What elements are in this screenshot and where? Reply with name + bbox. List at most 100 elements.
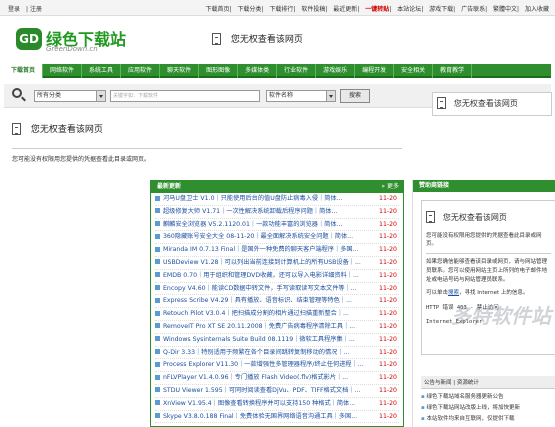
more-label: 更多 — [386, 183, 399, 190]
list-item[interactable]: Miranda IM 0.7.13 Final｜是国外一种免费的聊天客户端程序｜… — [155, 244, 399, 257]
nav-item-education[interactable]: 教育教学 — [433, 64, 473, 78]
list-item[interactable]: RemoveIT Pro XT SE 20.11.2008｜免费广告病毒程序清除… — [155, 321, 399, 334]
register-link[interactable]: 注册 — [30, 6, 42, 13]
list-item[interactable]: USBDeview V1.28｜可以列出当前连接到计算机上的所有USB设备｜..… — [155, 257, 399, 270]
nav-item-programming[interactable]: 编程开发 — [355, 64, 395, 78]
item-title[interactable]: XnView V1.95.4｜图像查看转换程序并可以支持150 种格式｜简体..… — [163, 400, 355, 407]
nav-item-home[interactable]: 下载首页 — [4, 64, 44, 78]
item-date: 11-20 — [379, 386, 397, 394]
item-date: 11-20 — [379, 297, 397, 305]
bullet-icon — [155, 246, 160, 252]
bullet-icon — [155, 323, 160, 329]
item-date: 11-20 — [379, 361, 397, 369]
item-title[interactable]: USBDeview V1.28｜可以列出当前连接到计算机上的所有USB设备｜..… — [163, 259, 361, 266]
document-icon — [437, 97, 446, 109]
list-item[interactable]: 麒麟安全浏览器 V5.2.1120.01｜一款功能丰富的浏览器｜简体... 11-… — [155, 219, 399, 232]
list-item[interactable]: Encopy V4.60｜能读CD数据中转文件，手写读取读写文本文件等｜... 1… — [155, 283, 399, 296]
item-date: 11-20 — [379, 310, 397, 318]
list-item[interactable]: Windows Sysinternals Suite Build 08.1119… — [155, 334, 399, 347]
list-item[interactable]: XnView V1.95.4｜图像查看转换程序并可以支持150 种格式｜简体..… — [155, 398, 399, 411]
nav-item-industry[interactable]: 行业软件 — [277, 64, 317, 78]
item-title[interactable]: Express Scribe V4.29｜具有播放、语音标识、结束管理等特色｜.… — [163, 297, 352, 304]
sponsor-error-message: 您可能没有权限用您提供的凭据查看此目录或网页。 — [426, 233, 542, 247]
news-tabs[interactable]: 公告与新闻 | 资源统计 — [421, 376, 555, 389]
item-date: 11-20 — [379, 399, 397, 407]
item-title[interactable]: RemoveIT Pro XT SE 20.11.2008｜免费广告病毒程序清除… — [163, 323, 355, 330]
list-item[interactable]: Q-Dir 3.33｜特别适用于频繁在各个目录间跳转复制移动的情况｜... 11-… — [155, 347, 399, 360]
item-date: 11-20 — [379, 335, 397, 343]
top-link-repost[interactable]: 一键转贴 — [365, 6, 389, 13]
search-input[interactable]: 关键字如：下载软件 — [110, 90, 260, 102]
sponsor-error-search: 可以单击搜索，寻找 Internet 上的信息。 — [426, 289, 551, 298]
field-select[interactable]: 软件名称 — [266, 90, 336, 102]
bullet-icon — [155, 221, 160, 227]
search-link[interactable]: 搜索 — [448, 290, 459, 296]
nav-item-apps[interactable]: 应用软件 — [121, 64, 161, 78]
header-ad-error-title: 您无权查看该网页 — [230, 35, 303, 45]
list-item[interactable]: Retouch Pilot V3.0.4｜把扫描成分割的相片通过扫描重新整合｜.… — [155, 308, 399, 321]
item-title[interactable]: Retouch Pilot V3.0.4｜把扫描成分割的相片通过扫描重新整合｜.… — [163, 310, 349, 317]
more-link[interactable]: » 更多 — [381, 181, 399, 193]
login-link[interactable]: 登录 — [8, 6, 20, 13]
item-title[interactable]: Skype V3.8.0.188 Final｜免费体验无国界网络语音沟通工具｜多… — [163, 413, 357, 420]
top-link-recent[interactable]: 最近更新 — [333, 6, 357, 13]
top-link-home[interactable]: 下载首页 — [205, 6, 229, 13]
list-item[interactable]: EMDB 0.70｜用于组织和管理DVD收藏，还可以导入电影详细资料｜... 11… — [155, 270, 399, 283]
top-link-ranking[interactable]: 下载排行 — [269, 6, 293, 13]
item-date: 11-20 — [379, 412, 397, 420]
divider — [12, 148, 402, 149]
list-item[interactable]: Skype V3.8.0.188 Final｜免费体验无国界网络语音沟通工具｜多… — [155, 411, 399, 424]
top-link-favorite[interactable]: 加入收藏 — [525, 6, 549, 13]
nav-item-games[interactable]: 游戏娱乐 — [316, 64, 356, 78]
nav-item-graphics[interactable]: 图形图像 — [199, 64, 239, 78]
bullet-icon — [155, 387, 160, 393]
top-link-category[interactable]: 下载分类 — [237, 6, 261, 13]
list-item[interactable]: 河马U盘卫士 V1.0｜只能使用后台的值U盘防止病毒入侵｜简体... 11-20 — [155, 193, 399, 206]
list-item[interactable]: nFLVPlayer V1.4.0.96｜专门播放 Flash Video(.f… — [155, 372, 399, 385]
item-title[interactable]: nFLVPlayer V1.4.0.96｜专门播放 Flash Video(.f… — [163, 374, 348, 381]
nav-item-chat[interactable]: 聊天软件 — [160, 64, 200, 78]
list-item[interactable]: STDU Viewer 1.595｜可同时阅读查看DjVu、PDF、TIFF格式… — [155, 385, 399, 398]
news-item[interactable]: 绿色下载站域名服务器更新公告 — [421, 392, 555, 400]
category-select[interactable]: 所有分类 — [34, 90, 106, 102]
top-link-ads[interactable]: 广告联系 — [461, 6, 485, 13]
item-date: 11-20 — [379, 258, 397, 266]
top-link-submit[interactable]: 软件投稿 — [301, 6, 325, 13]
item-title[interactable]: STDU Viewer 1.595｜可同时阅读查看DjVu、PDF、TIFF格式… — [163, 387, 360, 394]
top-link-games[interactable]: 游戏下载 — [429, 6, 453, 13]
list-item[interactable]: 超级修复大师 V1.71｜一次性解决系统卸载后程序问题｜简体... 11-20 — [155, 206, 399, 219]
item-title[interactable]: 麒麟安全浏览器 V5.2.1120.01｜一款功能丰富的浏览器｜简体... — [163, 221, 342, 228]
list-item[interactable]: 360隐藏账号安全大全 08-11-20｜最全面解决系统安全问题｜简体... 11… — [155, 231, 399, 245]
news-item[interactable]: 绿色下载站网站改版上线，将加快更新 — [421, 403, 555, 411]
item-title[interactable]: Miranda IM 0.7.13 Final｜是国外一种免费的聊天客户端程序｜… — [163, 246, 359, 253]
item-title[interactable]: Q-Dir 3.33｜特别适用于频繁在各个目录间跳转复制移动的情况｜... — [163, 349, 349, 356]
list-item[interactable]: Express Scribe V4.29｜具有播放、语音标识、结束管理等特色｜.… — [155, 295, 399, 309]
item-title[interactable]: EMDB 0.70｜用于组织和管理DVD收藏，还可以导入电影详细资料｜... — [163, 272, 359, 279]
item-date: 11-20 — [379, 246, 397, 254]
top-link-forum[interactable]: 本站论坛 — [397, 6, 421, 13]
news-item[interactable]: 本站软件均来自互联网，仅提供下载 — [421, 414, 555, 422]
item-title[interactable]: Encopy V4.60｜能读CD数据中转文件，手写读取读写文本文件等｜... — [163, 285, 357, 292]
item-date: 11-20 — [379, 284, 397, 292]
news-box: 公告与新闻 | 资源统计 绿色下载站域名服务器更新公告 绿色下载站网站改版上线，… — [421, 376, 555, 422]
item-date: 11-20 — [379, 348, 397, 356]
sponsor-error-frame: 您无权查看该网页 您可能没有权限用您提供的凭据查看此目录或网页。 如果您确信能够… — [421, 200, 555, 355]
item-title[interactable]: Windows Sysinternals Suite Build 08.1119… — [163, 336, 355, 343]
nav-item-network[interactable]: 网络软件 — [43, 64, 83, 78]
item-title[interactable]: Process Explorer V11.30｜一款增强性多管理器程序/终止任何… — [163, 361, 364, 368]
latest-updates-title: 最新更新 — [157, 183, 182, 190]
nav-item-system[interactable]: 系统工具 — [82, 64, 122, 78]
site-logo[interactable]: GD 绿色下载站 GreenDown.cn — [16, 26, 136, 56]
item-title[interactable]: 360隐藏账号安全大全 08-11-20｜最全面解决系统安全问题｜简体... — [163, 233, 353, 240]
list-item[interactable]: Process Explorer V11.30｜一款增强性多管理器程序/终止任何… — [155, 359, 399, 373]
item-date: 11-20 — [379, 195, 397, 202]
nav-item-security[interactable]: 安全相关 — [394, 64, 434, 78]
bullet-icon — [155, 195, 160, 201]
search-button[interactable]: 搜索 — [340, 89, 370, 103]
top-link-traditional[interactable]: 繁體中文 — [493, 6, 517, 13]
bullet-icon — [155, 413, 160, 419]
item-title[interactable]: 河马U盘卫士 V1.0｜只能使用后台的值U盘防止病毒入侵｜简体... — [163, 195, 343, 202]
item-title[interactable]: 超级修复大师 V1.71｜一次性解决系统卸载后程序问题｜简体... — [163, 208, 337, 215]
latest-updates-header: 最新更新 » 更多 — [151, 181, 403, 193]
nav-item-multimedia[interactable]: 多媒体类 — [238, 64, 278, 78]
